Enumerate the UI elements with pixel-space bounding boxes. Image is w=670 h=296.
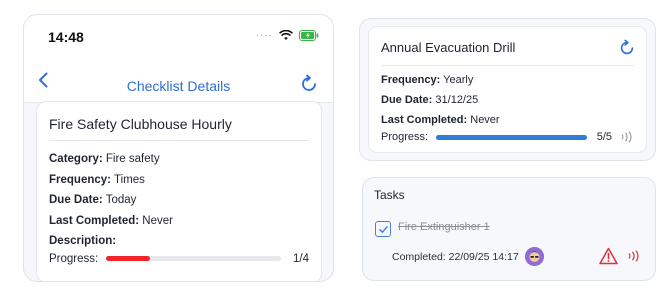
nfc-icon[interactable]	[627, 250, 641, 262]
description-row: Description:	[49, 231, 309, 252]
drill-progress-bar	[436, 134, 587, 140]
status-bar: 14:48 ····	[24, 15, 333, 55]
drill-card[interactable]: Annual Evacuation Drill Frequency: Yearl…	[359, 18, 656, 161]
warning-icon[interactable]	[599, 247, 618, 265]
status-icons: ····	[256, 30, 319, 41]
wifi-icon	[279, 30, 293, 40]
category-value: Fire safety	[105, 153, 160, 165]
drill-last-completed-row: Last Completed: Never	[381, 110, 634, 130]
drill-last-completed-value: Never	[470, 114, 500, 126]
drill-title: Annual Evacuation Drill	[381, 40, 634, 66]
category-row: Category: Fire safety	[49, 149, 309, 170]
navigation-bar: Checklist Details	[24, 55, 333, 103]
refresh-icon[interactable]	[618, 39, 636, 57]
checklist-title: Fire Safety Clubhouse Hourly	[49, 116, 309, 141]
signal-dots-icon: ····	[255, 30, 273, 41]
due-date-label: Due Date:	[49, 194, 103, 207]
drill-due-date-label: Due Date:	[381, 94, 433, 106]
drill-due-date-row: Due Date: 31/12/25	[381, 90, 634, 110]
drill-frequency-row: Frequency: Yearly	[381, 70, 634, 90]
frequency-label: Frequency:	[49, 173, 111, 186]
drill-progress-row: Progress: 5/5	[381, 131, 634, 143]
checklist-detail-card: Fire Safety Clubhouse Hourly Category: F…	[36, 101, 322, 281]
checklist-phone-screen: 14:48 ···· Checklist Details Fire Safety…	[23, 14, 334, 282]
drill-frequency-label: Frequency:	[381, 74, 441, 86]
task-name[interactable]: Fire Extinguisher 1	[398, 221, 490, 233]
drill-progress-bar-fill	[436, 134, 587, 140]
due-date-row: Due Date: Today	[49, 190, 309, 211]
drill-due-date-value: 31/12/25	[435, 94, 479, 106]
drill-progress-count: 5/5	[596, 131, 612, 143]
tasks-card: Tasks Fire Extinguisher 1 Completed: 22/…	[362, 177, 656, 281]
description-label: Description:	[49, 235, 117, 248]
progress-count: 1/4	[293, 252, 309, 265]
progress-bar-fill	[106, 256, 150, 262]
avatar[interactable]	[525, 247, 544, 266]
last-completed-label: Last Completed:	[49, 214, 140, 227]
page-title: Checklist Details	[126, 78, 231, 94]
last-completed-value: Never	[142, 214, 173, 227]
avatar-face-icon	[525, 247, 544, 266]
drill-last-completed-label: Last Completed:	[381, 114, 468, 126]
refresh-icon[interactable]	[299, 74, 319, 94]
task-checkbox[interactable]	[375, 221, 391, 237]
last-completed-row: Last Completed: Never	[49, 211, 309, 232]
category-label: Category:	[49, 153, 103, 165]
frequency-row: Frequency: Times	[49, 170, 309, 191]
progress-label: Progress:	[49, 252, 99, 265]
due-date-value: Today	[105, 194, 137, 207]
tasks-title: Tasks	[374, 188, 405, 202]
battery-icon	[299, 30, 319, 41]
checkmark-icon	[378, 225, 388, 233]
drill-card-inner: Annual Evacuation Drill Frequency: Yearl…	[368, 26, 647, 153]
drill-frequency-value: Yearly	[443, 74, 474, 86]
progress-row: Progress: 1/4	[49, 253, 309, 265]
task-completed-time: Completed: 22/09/25 14:17	[392, 251, 519, 263]
drill-progress-label: Progress:	[381, 131, 429, 143]
status-time: 14:48	[48, 29, 84, 45]
frequency-value: Times	[114, 173, 145, 186]
progress-bar	[106, 256, 281, 262]
nfc-icon	[621, 131, 632, 143]
